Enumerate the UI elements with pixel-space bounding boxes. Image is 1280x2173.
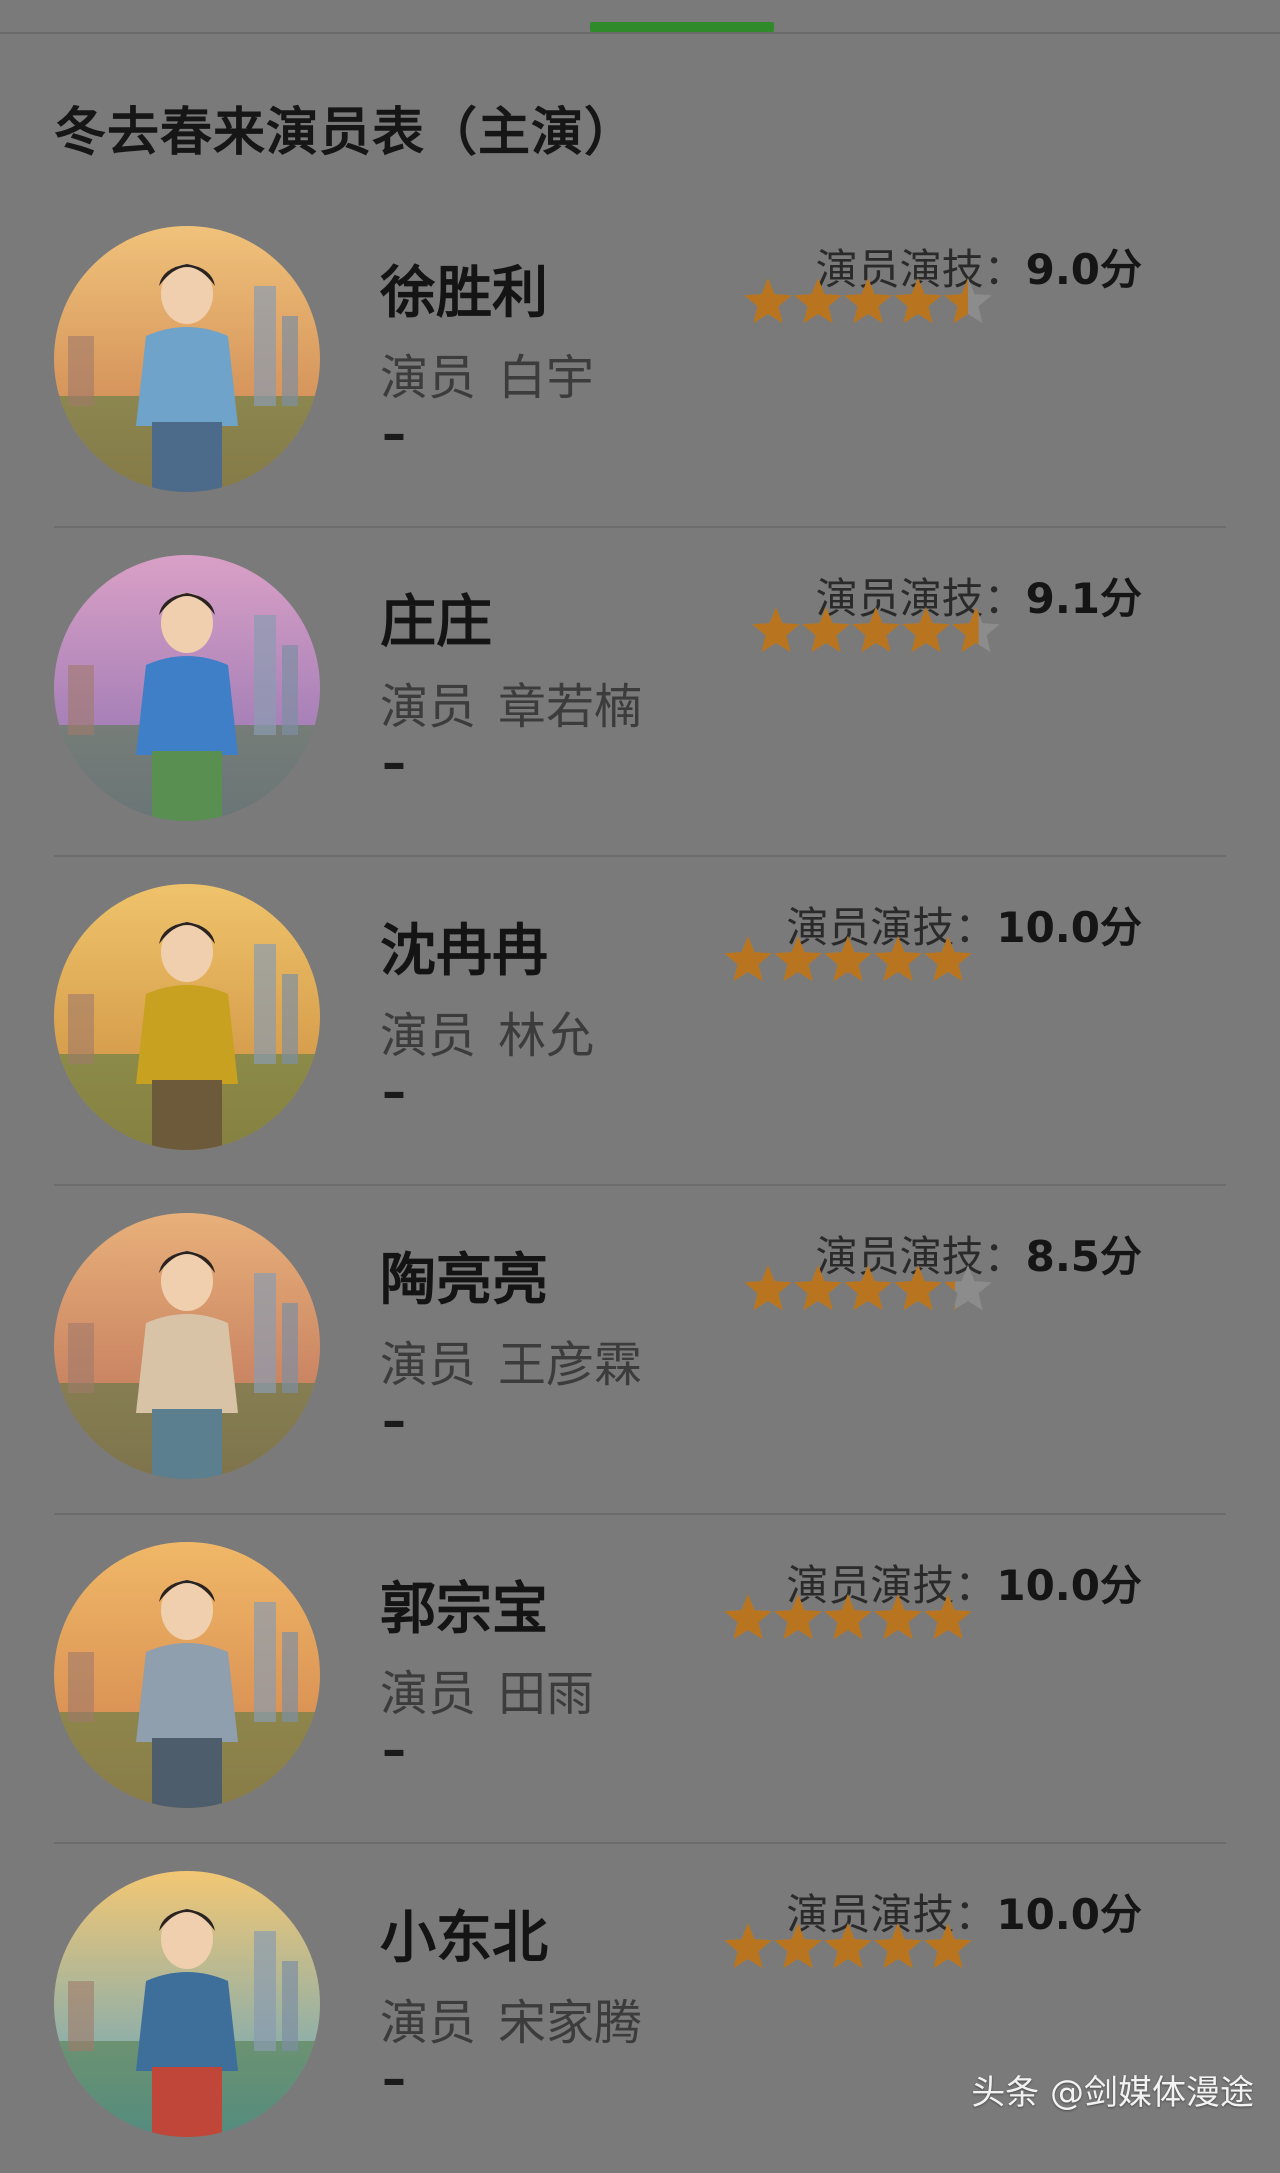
actor-line: 演员 田雨	[380, 1654, 594, 1724]
cast-avatar[interactable]	[54, 884, 320, 1150]
cast-row[interactable]: 郭宗宝 演员 田雨 – 演员演技：10.0分	[54, 1516, 1226, 1844]
cast-avatar[interactable]	[54, 555, 320, 821]
star-icon	[874, 1594, 922, 1640]
star-icon	[824, 1923, 872, 1969]
star-icon	[894, 278, 942, 324]
star-icon	[844, 1265, 892, 1311]
star-icon	[924, 936, 972, 982]
rating-score: 8.5分	[1025, 1232, 1142, 1281]
role-dash: –	[382, 1064, 406, 1120]
actor-label: 演员	[380, 1337, 477, 1393]
star-rating	[742, 276, 1002, 330]
star-icon	[924, 1923, 972, 1969]
watermark: 头条 @剑媒体漫途	[971, 2073, 1254, 2113]
star-icon	[752, 607, 800, 653]
star-icon	[724, 1594, 772, 1640]
cast-row[interactable]: 陶亮亮 演员 王彦霖 – 演员演技：8.5分	[54, 1187, 1226, 1515]
star-icon	[952, 607, 1000, 653]
active-tab-indicator	[590, 22, 774, 32]
rating-score: 10.0分	[996, 1561, 1142, 1610]
actor-label: 演员	[380, 1666, 477, 1722]
cast-avatar[interactable]	[54, 1213, 320, 1479]
star-icon	[774, 1923, 822, 1969]
row-divider	[54, 1842, 1226, 1844]
actor-line: 演员 宋家腾	[380, 1983, 642, 2053]
cast-row[interactable]: 徐胜利 演员 白宇 – 演员演技：9.0分	[54, 200, 1226, 528]
role-name: 陶亮亮	[380, 1248, 548, 1313]
star-rating	[722, 1921, 982, 1975]
actor-name[interactable]: 林允	[498, 1008, 594, 1064]
star-icon	[874, 1923, 922, 1969]
cast-avatar[interactable]	[54, 1871, 320, 2137]
star-icon	[794, 278, 842, 324]
actor-label: 演员	[380, 679, 477, 735]
actor-label: 演员	[380, 1995, 477, 2051]
star-rating	[722, 934, 982, 988]
actor-label: 演员	[380, 350, 477, 406]
star-icon	[874, 936, 922, 982]
actor-name[interactable]: 章若楠	[498, 679, 642, 735]
star-icon	[824, 936, 872, 982]
star-icon	[924, 1594, 972, 1640]
top-tab-bar	[0, 0, 1280, 34]
star-icon	[724, 1923, 772, 1969]
cast-row[interactable]: 庄庄 演员 章若楠 – 演员演技：9.1分	[54, 529, 1226, 857]
star-icon	[774, 1594, 822, 1640]
role-dash: –	[382, 406, 406, 462]
page-title: 冬去春来演员表（主演）	[54, 103, 638, 163]
row-divider	[54, 855, 1226, 857]
cast-row[interactable]: 小东北 演员 宋家腾 – 演员演技：10.0分	[54, 1845, 1226, 2173]
actor-line: 演员 章若楠	[380, 667, 642, 737]
star-icon	[944, 1265, 992, 1311]
star-icon	[794, 1265, 842, 1311]
star-rating	[742, 1263, 1002, 1317]
actor-line: 演员 白宇	[380, 338, 594, 408]
row-divider	[54, 1513, 1226, 1515]
star-icon	[774, 936, 822, 982]
role-name: 沈冉冉	[380, 919, 548, 984]
actor-label: 演员	[380, 1008, 477, 1064]
star-rating	[750, 605, 1010, 659]
star-icon	[844, 278, 892, 324]
row-divider	[54, 1184, 1226, 1186]
star-icon	[744, 278, 792, 324]
role-name: 徐胜利	[380, 261, 548, 326]
rating-score: 10.0分	[996, 1890, 1142, 1939]
star-icon	[852, 607, 900, 653]
star-icon	[802, 607, 850, 653]
star-icon	[724, 936, 772, 982]
role-dash: –	[382, 735, 406, 791]
role-dash: –	[382, 1393, 406, 1449]
role-name: 庄庄	[380, 590, 492, 655]
rating-score: 10.0分	[996, 903, 1142, 952]
role-dash: –	[382, 2051, 406, 2107]
star-icon	[894, 1265, 942, 1311]
rating-score: 9.0分	[1025, 245, 1142, 294]
actor-name[interactable]: 王彦霖	[498, 1337, 642, 1393]
actor-name[interactable]: 白宇	[498, 350, 594, 406]
role-name: 郭宗宝	[380, 1577, 548, 1642]
star-icon	[902, 607, 950, 653]
row-divider	[54, 526, 1226, 528]
role-dash: –	[382, 1722, 406, 1778]
cast-avatar[interactable]	[54, 1542, 320, 1808]
star-icon	[944, 278, 992, 324]
cast-avatar[interactable]	[54, 226, 320, 492]
star-rating	[722, 1592, 982, 1646]
actor-name[interactable]: 田雨	[498, 1666, 594, 1722]
actor-line: 演员 王彦霖	[380, 1325, 642, 1395]
rating-score: 9.1分	[1025, 574, 1142, 623]
role-name: 小东北	[380, 1906, 548, 1971]
cast-row[interactable]: 沈冉冉 演员 林允 – 演员演技：10.0分	[54, 858, 1226, 1186]
actor-name[interactable]: 宋家腾	[498, 1995, 642, 2051]
star-icon	[744, 1265, 792, 1311]
actor-line: 演员 林允	[380, 996, 594, 1066]
star-icon	[824, 1594, 872, 1640]
